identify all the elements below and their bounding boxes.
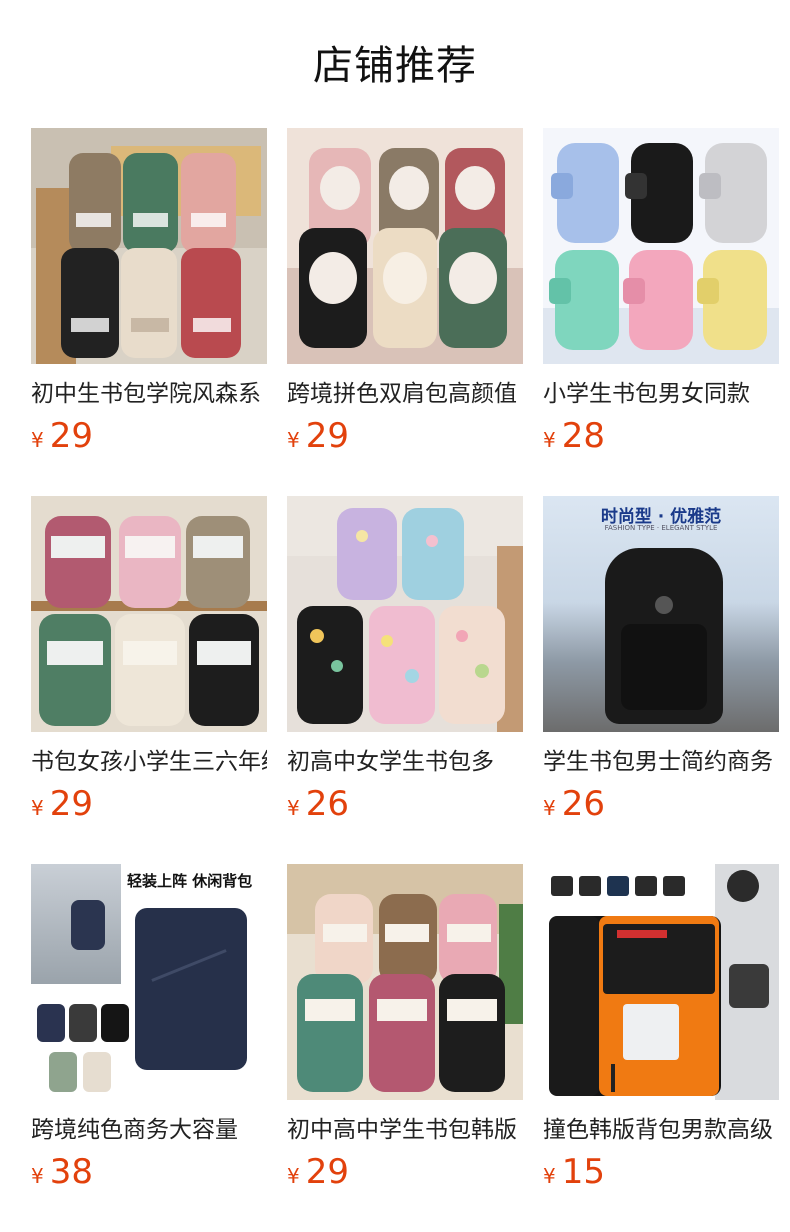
product-title[interactable]: 跨境拼色双肩包高颜值 [287,378,523,410]
currency-symbol: ¥ [31,428,44,452]
product-image-backpack-set[interactable] [31,128,267,364]
product-title[interactable]: 学生书包男士简约商务 [543,746,779,778]
price-value: 29 [49,416,93,456]
product-price: ¥29 [31,416,267,456]
backpack-logo [655,596,673,614]
currency-symbol: ¥ [543,796,556,820]
product-title[interactable]: 跨境纯色商务大容量 [31,1114,267,1146]
product-card[interactable]: 初高中女学生书包多 ¥26 [287,496,523,824]
product-card[interactable]: 初中生书包学院风森系 ¥29 [31,128,267,456]
price-value: 15 [561,1152,605,1192]
price-value: 29 [305,416,349,456]
currency-symbol: ¥ [287,1164,300,1188]
price-value: 26 [305,784,349,824]
product-price: ¥38 [31,1152,267,1192]
main-backpack [135,908,247,1070]
product-image-backpack-set[interactable] [287,128,523,364]
currency-symbol: ¥ [543,428,556,452]
product-image-backpack-set[interactable] [543,128,779,364]
product-title[interactable]: 初高中女学生书包多 [287,746,523,778]
product-card[interactable]: 轻装上阵 休闲背包 跨境纯色商务大容量 ¥38 [31,864,267,1192]
variant-swatch [69,1004,97,1042]
product-image-business-backpack[interactable]: 时尚型 · 优雅范 FASHION TYPE · ELEGANT STYLE [543,496,779,732]
variant-swatch [83,1052,111,1092]
product-price: ¥26 [543,784,779,824]
product-title[interactable]: 书包女孩小学生三六年级 [31,746,267,778]
price-value: 29 [49,784,93,824]
product-image-backpack-set[interactable] [31,496,267,732]
product-price: ¥29 [287,1152,523,1192]
product-image-backpack-set[interactable] [287,496,523,732]
product-title[interactable]: 小学生书包男女同款 [543,378,779,410]
product-card[interactable]: 撞色韩版背包男款高级 ¥15 [543,864,779,1192]
product-price: ¥29 [31,784,267,824]
backpack-pocket [621,624,707,710]
product-card[interactable]: 时尚型 · 优雅范 FASHION TYPE · ELEGANT STYLE 学… [543,496,779,824]
currency-symbol: ¥ [287,428,300,452]
variant-swatch [49,1052,77,1092]
product-price: ¥15 [543,1152,779,1192]
price-value: 29 [305,1152,349,1192]
image-overlay-title: 轻装上阵 休闲背包 [127,872,253,890]
product-card[interactable]: 书包女孩小学生三六年级 ¥29 [31,496,267,824]
model-backpack [71,900,105,950]
product-price: ¥26 [287,784,523,824]
variant-swatch [101,1004,129,1042]
product-image-shoulder-bag[interactable] [543,864,779,1100]
product-title[interactable]: 初中生书包学院风森系 [31,378,267,410]
price-value: 28 [561,416,605,456]
product-price: ¥29 [287,416,523,456]
section-header: 店铺推荐 [0,0,790,128]
product-title[interactable]: 撞色韩版背包男款高级 [543,1114,779,1146]
currency-symbol: ¥ [543,1164,556,1188]
product-title[interactable]: 初中高中学生书包韩版 [287,1114,523,1146]
price-value: 38 [49,1152,93,1192]
product-card[interactable]: 初中高中学生书包韩版 ¥29 [287,864,523,1192]
product-image-laptop-backpack[interactable]: 轻装上阵 休闲背包 [31,864,267,1100]
product-card[interactable]: 小学生书包男女同款 ¥28 [543,128,779,456]
currency-symbol: ¥ [31,796,44,820]
product-image-backpack-set[interactable] [287,864,523,1100]
product-price: ¥28 [543,416,779,456]
currency-symbol: ¥ [287,796,300,820]
variant-swatch [37,1004,65,1042]
section-title: 店铺推荐 [313,43,477,89]
price-value: 26 [561,784,605,824]
product-card[interactable]: 跨境拼色双肩包高颜值 ¥29 [287,128,523,456]
currency-symbol: ¥ [31,1164,44,1188]
image-overlay-subtitle: FASHION TYPE · ELEGANT STYLE [604,524,718,532]
